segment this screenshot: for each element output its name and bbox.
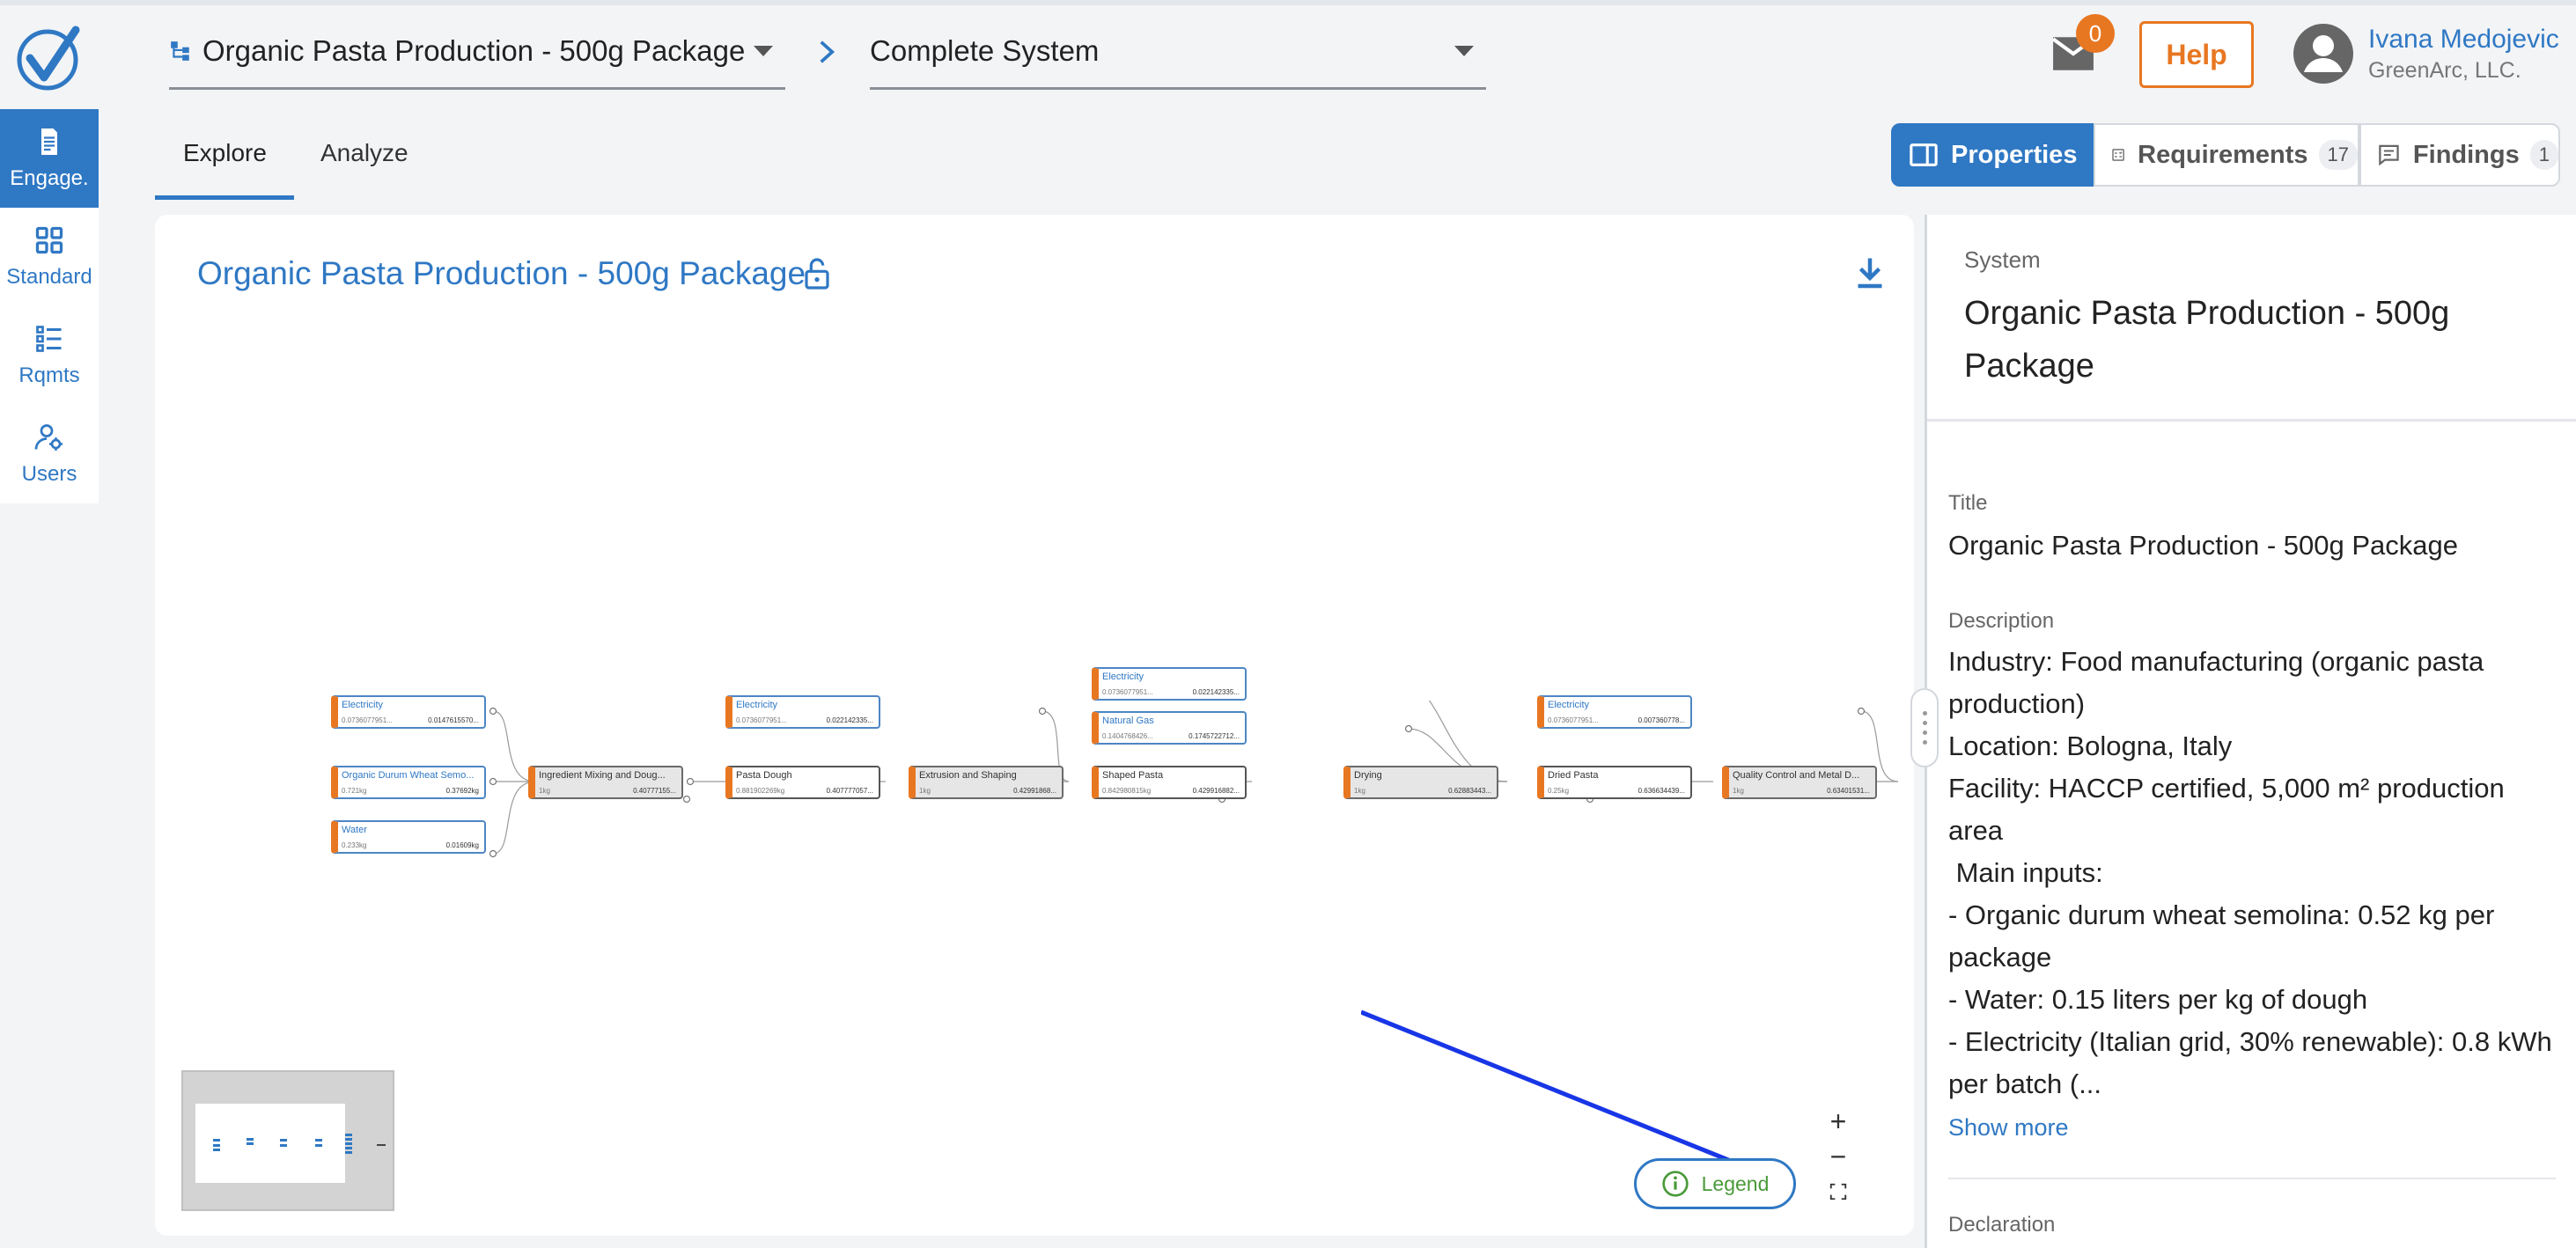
tab-analyze[interactable]: Analyze: [320, 139, 408, 167]
description-line: Facility: HACCP certified, 5,000 m² prod…: [1948, 773, 2505, 846]
document-icon: [41, 128, 57, 155]
title-label: Title: [1948, 491, 1988, 515]
lock-open-icon[interactable]: [803, 257, 831, 290]
flow-node-dried-pasta[interactable]: Dried Pasta 0.25kg 0.636634439...: [1537, 766, 1692, 799]
mail-count-badge: 0: [2076, 14, 2115, 53]
zoom-out-button[interactable]: −: [1821, 1139, 1856, 1174]
user-gear-icon: [34, 424, 63, 451]
product-selector[interactable]: Organic Pasta Production - 500g Package: [169, 14, 785, 90]
chevron-right-icon: [820, 40, 835, 63]
flow-node-quality-control[interactable]: Quality Control and Metal D... 1kg 0.634…: [1722, 766, 1877, 799]
fit-view-icon: [1829, 1183, 1847, 1200]
entity-kind: System: [1964, 246, 2041, 273]
legend-label: Legend: [1701, 1171, 1770, 1195]
nav-item-label: Engage.: [10, 166, 89, 190]
active-tab-indicator: [155, 195, 294, 200]
tab-explore[interactable]: Explore: [183, 139, 267, 167]
description-line: - Water: 0.15 liters per kg of dough: [1948, 984, 2368, 1015]
flow-node-extrusion[interactable]: Extrusion and Shaping 1kg 0.42991868...: [909, 766, 1064, 799]
tab-findings-label: Findings: [2412, 140, 2520, 169]
flow-node-shaped-pasta[interactable]: Shaped Pasta 0.842980815kg 0.429916882..…: [1092, 766, 1247, 799]
fit-view-button[interactable]: [1821, 1174, 1856, 1209]
user-name[interactable]: Ivana Medojevic: [2368, 25, 2559, 55]
user-org: GreenArc, LLC.: [2368, 58, 2521, 83]
flow-node-electricity[interactable]: Electricity 0.0736077951... 0.0147615570…: [331, 695, 486, 729]
info-icon: [1661, 1171, 1689, 1197]
left-nav: Engage. Standard Rqmts Users: [0, 5, 99, 1248]
panel-icon: [1910, 143, 1938, 166]
grid-icon: [35, 226, 63, 254]
app-logo-icon[interactable]: [14, 23, 85, 93]
comment-icon: [2379, 144, 2399, 166]
flow-canvas[interactable]: Organic Pasta Production - 500g Package: [155, 215, 2072, 1236]
system-selector[interactable]: Complete System: [870, 14, 1486, 90]
declaration-label: Declaration: [1948, 1213, 2056, 1237]
show-more-link[interactable]: Show more: [1948, 1114, 2069, 1142]
requirements-count-badge: 17: [2318, 140, 2358, 170]
flow-node-drying[interactable]: Drying 1kg 0.62883443...: [1343, 766, 1498, 799]
nav-item-engage[interactable]: Engage.: [0, 109, 99, 208]
description-line: Industry: Food manufacturing (organic pa…: [1948, 646, 2484, 719]
nav-item-label: Standard: [6, 265, 92, 289]
title-value: Organic Pasta Production - 500g Package: [1948, 530, 2459, 561]
nav-item-label: Rqmts: [18, 363, 80, 387]
tree-icon: [171, 40, 189, 61]
panel-resize-handle[interactable]: [1910, 688, 1939, 767]
chevron-down-icon: [754, 46, 773, 56]
tab-requirements[interactable]: Requirements 17: [2094, 123, 2359, 187]
nav-list: Engage. Standard Rqmts Users: [0, 109, 99, 503]
legend-button[interactable]: Legend: [1634, 1158, 1796, 1209]
avatar-icon[interactable]: [2293, 23, 2354, 84]
description-line: Location: Bologna, Italy: [1948, 730, 2233, 761]
flow-node-electricity[interactable]: Electricity 0.0736077951... 0.007360778.…: [1537, 695, 1692, 729]
chevron-down-icon: [1454, 46, 1474, 56]
description-line: Main inputs:: [1948, 857, 2103, 888]
properties-panel: System Organic Pasta Production - 500g P…: [1925, 215, 2576, 1248]
tab-properties-label: Properties: [1951, 140, 2078, 169]
canvas-title: Organic Pasta Production - 500g Package: [197, 255, 806, 291]
description-line: - Organic durum wheat semolina: 0.52 kg …: [1948, 899, 2495, 973]
flow-node-pasta-dough[interactable]: Pasta Dough 0.881902269kg 0.407777057...: [725, 766, 880, 799]
nav-item-users[interactable]: Users: [0, 405, 99, 503]
flow-node-electricity[interactable]: Electricity 0.0736077951... 0.022142335.…: [725, 695, 880, 729]
tab-properties[interactable]: Properties: [1891, 123, 2094, 187]
flow-node-electricity[interactable]: Electricity 0.0736077951... 0.022142335.…: [1092, 667, 1247, 701]
system-selector-value: Complete System: [870, 33, 1100, 67]
zoom-controls: + −: [1821, 1104, 1856, 1209]
findings-count-badge: 1: [2529, 140, 2558, 170]
nav-item-rqmts[interactable]: Rqmts: [0, 306, 99, 405]
help-button[interactable]: Help: [2139, 21, 2254, 88]
top-divider: [0, 0, 2576, 5]
minimap-nodes: [213, 1134, 386, 1154]
flow-node-wheat[interactable]: Organic Durum Wheat Semo... 0.721kg 0.37…: [331, 766, 486, 799]
process-flow: Electricity 0.0736077951... 0.0147615570…: [331, 667, 2074, 868]
list-icon: [36, 326, 62, 352]
checklist-icon: [2112, 149, 2124, 161]
panel-divider: [1948, 1178, 2556, 1179]
nav-item-standard[interactable]: Standard: [0, 208, 99, 306]
description-text: Industry: Food manufacturing (organic pa…: [1948, 641, 2556, 1105]
tab-findings[interactable]: Findings 1: [2359, 123, 2560, 187]
zoom-in-button[interactable]: +: [1821, 1104, 1856, 1139]
flow-node-water[interactable]: Water 0.233kg 0.01609kg: [331, 820, 486, 854]
nav-item-label: Users: [21, 462, 77, 486]
description-label: Description: [1948, 609, 2055, 633]
panel-divider: [1927, 419, 2576, 422]
description-line: - Electricity (Italian grid, 30% renewab…: [1948, 1026, 2552, 1099]
flow-node-natural-gas[interactable]: Natural Gas 0.1404768426... 0.1745722712…: [1092, 711, 1247, 745]
product-selector-value: Organic Pasta Production - 500g Package: [202, 33, 746, 67]
download-icon[interactable]: [1854, 255, 1886, 290]
tab-requirements-label: Requirements: [2138, 140, 2308, 169]
flow-node-mixing[interactable]: Ingredient Mixing and Doug... 1kg 0.4077…: [528, 766, 683, 799]
entity-name: Organic Pasta Production - 500g Package: [1964, 295, 2450, 385]
minimap[interactable]: [181, 1070, 394, 1211]
